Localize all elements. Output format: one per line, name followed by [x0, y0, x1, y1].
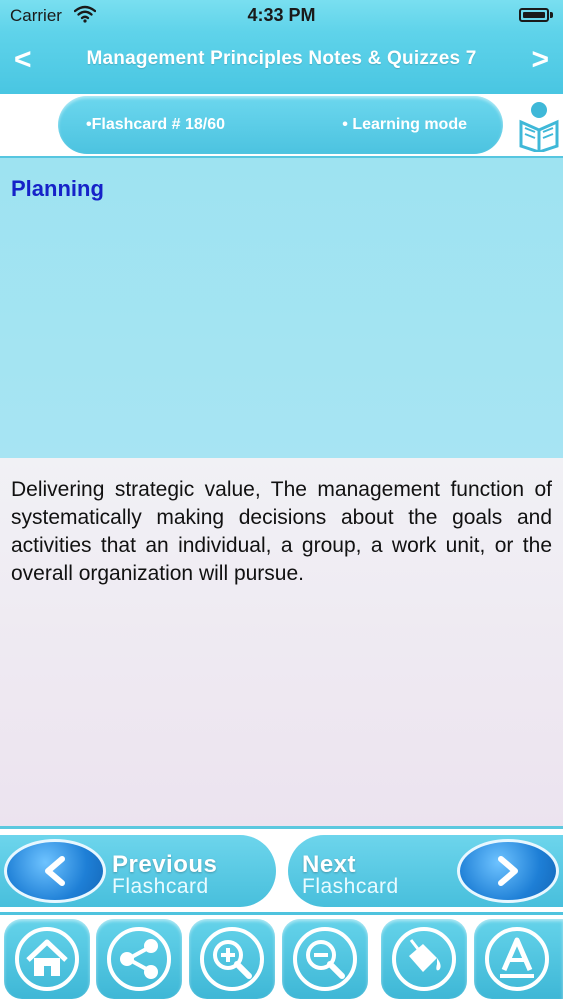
home-icon [15, 927, 79, 991]
font-button[interactable] [474, 919, 563, 999]
zoom-out-button[interactable] [282, 919, 368, 999]
battery-nub [550, 12, 553, 18]
forward-button[interactable]: > [531, 42, 549, 78]
term-panel: Planning [0, 156, 563, 458]
zoom-out-icon [293, 927, 357, 991]
previous-flashcard-button[interactable]: Previous Flashcard [0, 835, 276, 907]
flashcard-counter: •Flashcard # 18/60 [86, 116, 226, 133]
page-title: Management Principles Notes & Quizzes 7 [86, 48, 477, 69]
chevron-left-icon [4, 839, 106, 903]
learning-mode-label: • Learning mode [342, 116, 467, 133]
next-flashcard-button[interactable]: Next Flashcard [288, 835, 563, 907]
info-strip: •Flashcard # 18/60 • Learning mode [0, 94, 563, 156]
color-theme-button[interactable] [381, 919, 467, 999]
paint-bucket-icon [392, 927, 456, 991]
definition-panel: Delivering strategic value, The manageme… [0, 458, 563, 826]
previous-sublabel: Flashcard [112, 875, 209, 898]
font-icon [485, 927, 549, 991]
zoom-in-icon [200, 927, 264, 991]
tool-bar [0, 912, 563, 1000]
chevron-right-icon [457, 839, 559, 903]
share-icon [107, 927, 171, 991]
back-button[interactable]: < [14, 42, 32, 78]
reader-book-icon [515, 98, 563, 154]
zoom-in-button[interactable] [189, 919, 275, 999]
flashcard-info-pill: •Flashcard # 18/60 • Learning mode [58, 96, 503, 154]
clock-time: 4:33 PM [247, 5, 316, 25]
battery-icon [519, 8, 549, 22]
flashcard-navigation: Previous Flashcard Next Flashcard [0, 826, 563, 912]
next-sublabel: Flashcard [302, 875, 399, 898]
status-bar: Carrier 4:33 PM [0, 0, 563, 32]
share-button[interactable] [96, 919, 182, 999]
home-button[interactable] [4, 919, 90, 999]
flashcard-definition: Delivering strategic value, The manageme… [11, 478, 552, 585]
flashcard-term: Planning [11, 176, 104, 201]
navigation-bar: < Management Principles Notes & Quizzes … [0, 32, 563, 94]
